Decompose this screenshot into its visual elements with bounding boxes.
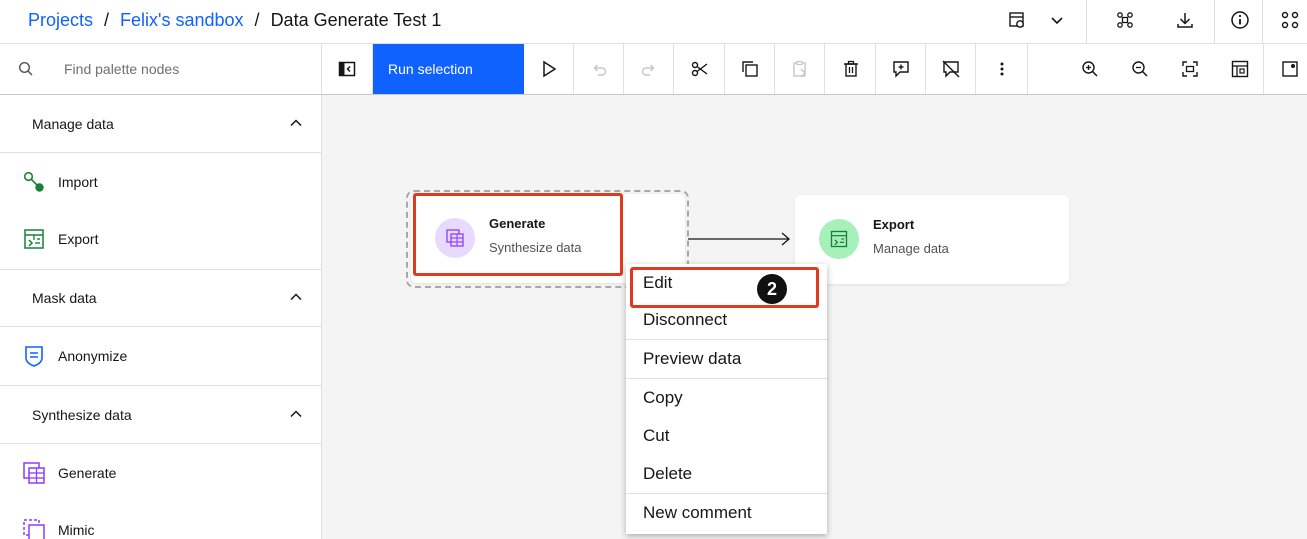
delete-icon [843, 60, 858, 77]
node-subtitle: Manage data [873, 241, 949, 256]
info-icon[interactable] [1220, 0, 1260, 40]
undo-button[interactable] [574, 44, 624, 94]
search-input[interactable] [50, 56, 310, 82]
overflow-icon [1000, 62, 1003, 76]
palette-search [0, 44, 322, 94]
settings-icon [1282, 61, 1298, 77]
cut-button[interactable] [675, 44, 725, 94]
node-icon-circle [819, 219, 859, 259]
flow-settings-icon[interactable] [997, 0, 1037, 40]
run-button[interactable] [524, 44, 574, 94]
chevron-up-icon [290, 410, 302, 418]
category-manage-data[interactable]: Manage data [0, 95, 321, 153]
paste-icon [792, 60, 806, 78]
palette-node-label: Mimic [58, 522, 95, 538]
palette-toggle-icon [338, 61, 356, 77]
breadcrumb-sandbox-link[interactable]: Felix's sandbox [120, 10, 244, 31]
menu-item-delete[interactable]: Delete [626, 455, 827, 493]
settings-button[interactable] [1265, 44, 1307, 94]
breadcrumb-projects-link[interactable]: Projects [28, 10, 93, 31]
palette-node-mimic[interactable]: Mimic [0, 502, 321, 539]
palette-node-label: Import [58, 174, 98, 190]
palette-node-import[interactable]: Import [0, 154, 321, 211]
import-icon [23, 171, 44, 192]
search-icon [18, 61, 33, 76]
redo-button[interactable] [624, 44, 674, 94]
zoom-out-button[interactable] [1115, 44, 1165, 94]
anonymize-icon [25, 346, 43, 367]
breadcrumb-separator: / [254, 9, 260, 30]
chevron-down-icon[interactable] [1037, 0, 1077, 40]
minimap-icon [1231, 60, 1249, 78]
step-badge: 2 [757, 274, 787, 304]
delete-button[interactable] [826, 44, 876, 94]
zoom-in-button[interactable] [1065, 44, 1115, 94]
category-mask-data[interactable]: Mask data [0, 269, 321, 327]
generate-icon [23, 462, 45, 484]
generate-icon [446, 229, 464, 247]
run-icon [542, 60, 556, 78]
export-icon [830, 230, 848, 248]
menu-item-disconnect[interactable]: Disconnect [626, 301, 827, 339]
header: Projects / Felix's sandbox / Data Genera… [0, 0, 1307, 44]
paste-button[interactable] [775, 44, 825, 94]
hub-icon[interactable] [1105, 0, 1145, 40]
palette-node-generate[interactable]: Generate [0, 445, 321, 502]
breadcrumb-separator: / [104, 9, 110, 30]
zoom-out-icon [1132, 61, 1148, 77]
menu-item-cut[interactable]: Cut [626, 417, 827, 455]
minimap-button[interactable] [1215, 44, 1265, 94]
node-title: Export [873, 217, 915, 232]
breadcrumb: Projects / Felix's sandbox / Data Genera… [28, 0, 441, 40]
header-divider [1262, 0, 1263, 44]
menu-item-preview-data[interactable]: Preview data [626, 340, 827, 378]
chevron-up-icon [290, 119, 302, 127]
copy-button[interactable] [725, 44, 775, 94]
node-subtitle: Synthesize data [489, 240, 582, 255]
header-divider [1086, 0, 1087, 44]
menu-item-copy[interactable]: Copy [626, 379, 827, 417]
chevron-up-icon [290, 293, 302, 301]
menu-item-edit[interactable]: Edit [626, 264, 827, 302]
category-label: Manage data [32, 115, 114, 132]
menu-item-new-comment[interactable]: New comment [626, 494, 827, 532]
undo-icon [592, 64, 606, 76]
node-icon-circle [435, 218, 475, 258]
run-selection-button[interactable]: Run selection [373, 44, 524, 94]
apps-icon[interactable] [1270, 0, 1307, 40]
palette-node-label: Generate [58, 465, 117, 481]
page-title: Data Generate Test 1 [270, 9, 442, 30]
category-synthesize-data[interactable]: Synthesize data [0, 386, 321, 444]
hide-comments-button[interactable] [926, 44, 976, 94]
fit-to-screen-button[interactable] [1165, 44, 1215, 94]
palette-node-anonymize[interactable]: Anonymize [0, 328, 321, 385]
mimic-icon [23, 519, 45, 539]
palette-node-label: Export [58, 231, 99, 247]
category-label: Mask data [32, 289, 97, 306]
export-icon [24, 229, 44, 249]
zoom-in-icon [1082, 61, 1098, 77]
node-title: Generate [489, 216, 546, 231]
palette-node-label: Anonymize [58, 348, 128, 364]
overflow-menu-button[interactable] [976, 44, 1028, 94]
cut-icon [691, 61, 707, 77]
toolbar-divider [1263, 44, 1264, 94]
context-menu: Edit Disconnect Preview data Copy Cut De… [626, 264, 827, 534]
palette-toggle-button[interactable] [322, 44, 373, 94]
palette-node-export[interactable]: Export [0, 211, 321, 268]
add-comment-icon [892, 61, 909, 78]
redo-icon [641, 64, 655, 76]
node-connector-arrow[interactable] [686, 228, 796, 250]
header-divider [1214, 0, 1215, 44]
copy-icon [741, 61, 758, 77]
hide-comments-icon [942, 60, 959, 78]
category-label: Synthesize data [32, 406, 132, 423]
fit-to-screen-icon [1182, 61, 1198, 77]
download-icon[interactable] [1165, 0, 1205, 40]
flow-node-export[interactable]: Export Manage data [795, 195, 1069, 284]
toolbar: Run selection [0, 44, 1307, 95]
node-palette: Manage data Import Export Mask data Anon… [0, 95, 322, 539]
add-comment-button[interactable] [876, 44, 926, 94]
